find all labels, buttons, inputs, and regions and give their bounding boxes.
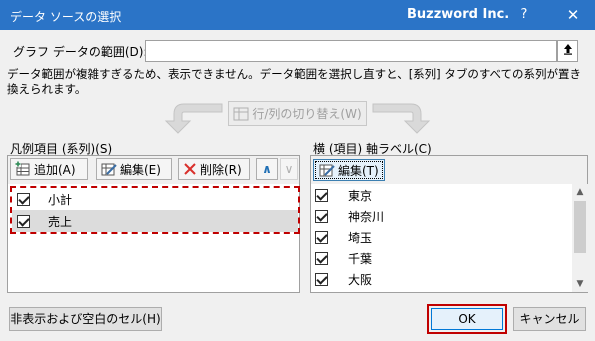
category-scrollbar[interactable]: ▲ ▼ — [572, 184, 588, 292]
brand-text: Buzzword Inc. — [407, 7, 510, 22]
axis-labels-panel: 編集(T) 東京 神奈川 埼玉 千葉 大阪 ▲ ▼ — [310, 155, 588, 293]
series-row-subtotal[interactable]: 小計 — [12, 188, 298, 210]
category-checkbox[interactable] — [315, 273, 328, 286]
category-row[interactable]: 千葉 — [311, 248, 571, 269]
delete-series-label: 削除(R) — [200, 162, 242, 177]
edit-table-icon — [319, 164, 335, 177]
category-name: 埼玉 — [348, 231, 373, 245]
add-series-label: 追加(A) — [34, 162, 76, 177]
category-list: 東京 神奈川 埼玉 千葉 大阪 — [311, 185, 571, 290]
complex-range-message: データ範囲が複雑すぎるため、表示できません。データ範囲を選択し直すと、[系列] … — [7, 67, 582, 96]
edit-axis-labels-label: 編集(T) — [338, 163, 379, 178]
category-row[interactable]: 大阪 — [311, 269, 571, 290]
edit-series-button[interactable]: 編集(E) — [96, 158, 172, 180]
category-name: 千葉 — [348, 252, 373, 266]
collapse-dialog-icon — [563, 44, 572, 55]
switch-row-column-icon — [233, 107, 249, 120]
add-table-icon — [15, 161, 30, 176]
chevron-down-icon: ∨ — [284, 162, 294, 176]
edit-axis-labels-button[interactable]: 編集(T) — [313, 159, 385, 181]
category-name: 神奈川 — [348, 210, 385, 224]
legend-toolbar: 追加(A) 編集(E) 削除(R) ∧ ∨ — [8, 156, 299, 184]
edit-table-icon — [101, 163, 117, 176]
category-checkbox[interactable] — [315, 189, 328, 202]
help-button[interactable]: ? — [514, 4, 534, 26]
category-checkbox[interactable] — [315, 231, 328, 244]
ok-button[interactable]: OK — [431, 308, 503, 330]
scrollbar-thumb[interactable] — [574, 201, 586, 253]
series-row-sales[interactable]: 売上 — [12, 210, 298, 232]
add-series-button[interactable]: 追加(A) — [10, 158, 88, 180]
title-bar: データ ソースの選択 Buzzword Inc. ? ✕ — [0, 0, 595, 30]
edit-series-label: 編集(E) — [120, 162, 161, 177]
category-checkbox[interactable] — [315, 252, 328, 265]
category-name: 大阪 — [348, 273, 373, 287]
dialog-title: データ ソースの選択 — [10, 10, 122, 24]
switch-row-column-button[interactable]: 行/列の切り替え(W) — [228, 101, 367, 126]
switch-row-column-label: 行/列の切り替え(W) — [252, 107, 362, 121]
scroll-up-arrow-icon[interactable]: ▲ — [572, 184, 588, 200]
move-up-button[interactable]: ∧ — [256, 158, 278, 180]
chart-data-range-input[interactable] — [145, 40, 557, 62]
series-name: 小計 — [48, 192, 73, 207]
legend-entries-panel: 追加(A) 編集(E) 削除(R) ∧ ∨ 小計 売上 — [7, 155, 300, 293]
series-name: 売上 — [48, 214, 73, 229]
axis-toolbar: 編集(T) — [311, 156, 587, 184]
series-checkbox-sales[interactable] — [17, 214, 30, 228]
move-down-button[interactable]: ∨ — [280, 158, 298, 180]
category-checkbox[interactable] — [315, 210, 328, 223]
switch-arrow-right-icon — [372, 103, 431, 134]
series-checkbox-subtotal[interactable] — [17, 192, 30, 206]
chart-data-range-label: グラフ データの範囲(D): — [13, 45, 148, 59]
delete-x-icon — [184, 163, 196, 175]
cancel-button[interactable]: キャンセル — [513, 307, 586, 331]
hidden-empty-cells-button[interactable]: 非表示および空白のセル(H) — [9, 307, 162, 331]
close-button[interactable]: ✕ — [560, 4, 586, 26]
series-list: 小計 売上 — [10, 186, 300, 234]
switch-arrow-left-icon — [164, 103, 223, 134]
category-row[interactable]: 埼玉 — [311, 227, 571, 248]
category-row[interactable]: 神奈川 — [311, 206, 571, 227]
collapse-dialog-button[interactable] — [557, 40, 578, 62]
delete-series-button[interactable]: 削除(R) — [178, 158, 250, 180]
scroll-down-arrow-icon[interactable]: ▼ — [572, 276, 588, 292]
category-row[interactable]: 東京 — [311, 185, 571, 206]
chevron-up-icon: ∧ — [262, 162, 272, 176]
category-name: 東京 — [348, 189, 373, 203]
